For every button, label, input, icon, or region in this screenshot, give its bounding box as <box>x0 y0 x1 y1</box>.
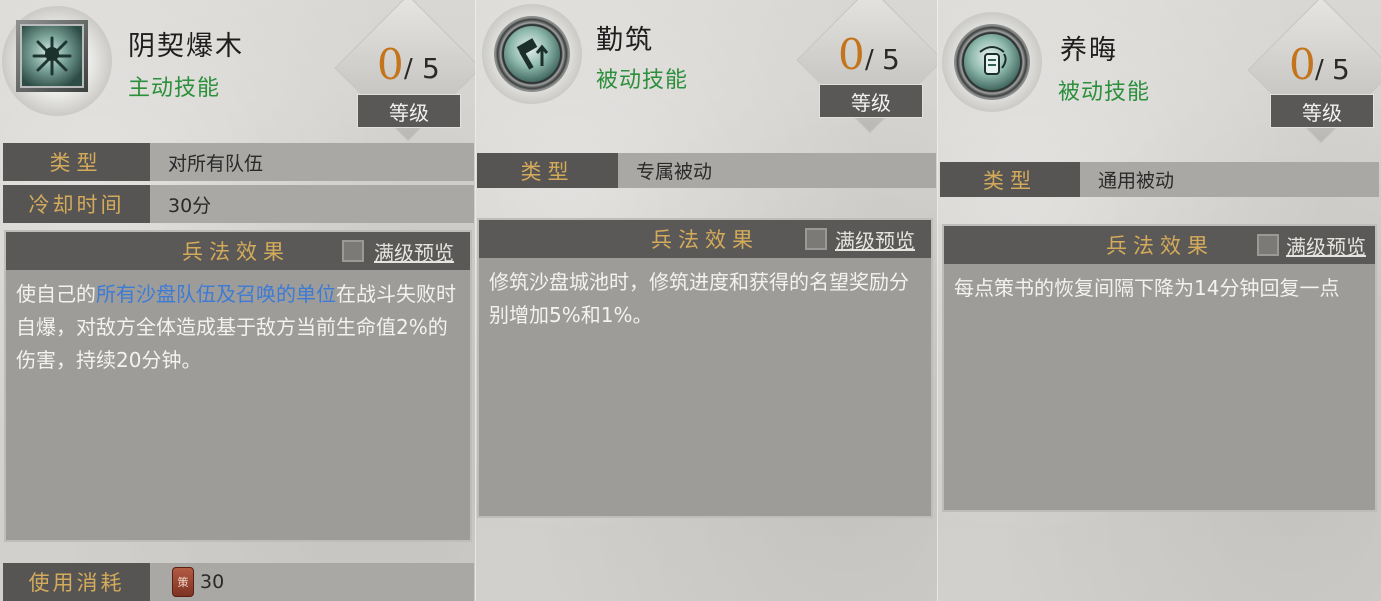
skill-kind: 主动技能 <box>128 76 221 101</box>
skill-panel-2: 勤筑 被动技能 0 / 5 等级 类型 专属被动 兵法效果 满级预览 修筑沙盘城… <box>476 0 938 601</box>
effect-box: 兵法效果 满级预览 每点策书的恢复间隔下降为14分钟回复一点 <box>942 224 1377 512</box>
type-label: 类型 <box>477 153 618 188</box>
max-level: 5 <box>882 43 900 76</box>
type-label: 类型 <box>940 162 1080 197</box>
effect-text-part: 使自己的 <box>16 282 96 306</box>
exploding-figure-icon-border <box>16 20 88 92</box>
effect-title: 兵法效果 <box>182 240 290 264</box>
skill-name: 勤筑 <box>596 25 654 56</box>
level-button[interactable]: 等级 <box>357 94 461 128</box>
effect-description: 使自己的所有沙盘队伍及召唤的单位在战斗失败时自爆，对敌方全体造成基于敌方当前生命… <box>16 278 462 377</box>
hammer-up-arrow-icon-border <box>494 16 570 92</box>
cost-label: 使用消耗 <box>3 563 150 601</box>
max-level-preview-label[interactable]: 满级预览 <box>374 232 454 270</box>
level-button[interactable]: 等级 <box>819 84 923 118</box>
cooldown-value: 30分 <box>150 185 474 223</box>
max-level: 5 <box>1332 53 1350 86</box>
effect-title: 兵法效果 <box>651 228 759 252</box>
skill-icon-frame[interactable] <box>2 6 112 116</box>
skill-icon-frame[interactable] <box>482 4 582 104</box>
skill-kind: 被动技能 <box>1058 80 1151 105</box>
max-level-preview-checkbox[interactable] <box>805 228 827 250</box>
max-level-preview-label[interactable]: 满级预览 <box>1286 226 1366 264</box>
hammer-up-arrow-icon <box>504 26 560 82</box>
type-value: 通用被动 <box>1080 162 1379 197</box>
current-level: 0 <box>838 30 865 79</box>
level-slash: / <box>404 54 413 84</box>
max-level-preview-checkbox[interactable] <box>342 240 364 262</box>
effect-box: 兵法效果 满级预览 使自己的所有沙盘队伍及召唤的单位在战斗失败时自爆，对敌方全体… <box>4 230 472 542</box>
max-level-preview-checkbox[interactable] <box>1257 234 1279 256</box>
type-value: 对所有队伍 <box>150 143 474 181</box>
max-level-preview-label[interactable]: 满级预览 <box>835 220 915 258</box>
effect-box: 兵法效果 满级预览 修筑沙盘城池时，修筑进度和获得的名望奖励分别增加5%和1%。 <box>477 218 933 518</box>
skill-icon-frame[interactable] <box>942 12 1042 112</box>
effect-title: 兵法效果 <box>1106 234 1214 258</box>
strategy-book-icon-border <box>954 24 1030 100</box>
level-button[interactable]: 等级 <box>1270 94 1374 128</box>
current-level: 0 <box>1289 40 1316 89</box>
strategy-book-cost-icon: 策 <box>172 567 194 597</box>
cost-value: 30 <box>150 563 474 601</box>
skill-kind: 被动技能 <box>596 68 689 93</box>
cooldown-label: 冷却时间 <box>3 185 150 223</box>
type-label: 类型 <box>3 143 150 181</box>
type-value: 专属被动 <box>618 153 936 188</box>
effect-description: 每点策书的恢复间隔下降为14分钟回复一点 <box>954 276 1340 300</box>
effect-description: 修筑沙盘城池时，修筑进度和获得的名望奖励分别增加5%和1%。 <box>489 270 909 327</box>
exploding-figure-icon <box>20 24 84 88</box>
strategy-book-icon <box>964 34 1020 90</box>
max-level: 5 <box>422 52 440 85</box>
skill-panel-1: 阴契爆木 主动技能 0 / 5 等级 类型 对所有队伍 冷却时间 30分 兵法效… <box>0 0 476 601</box>
skill-name: 阴契爆木 <box>128 31 244 62</box>
level-slash: / <box>865 45 874 75</box>
effect-text-highlight: 所有沙盘队伍及召唤的单位 <box>96 282 336 306</box>
current-level: 0 <box>377 40 404 89</box>
skill-panel-3: 养晦 被动技能 0 / 5 等级 类型 通用被动 兵法效果 满级预览 每点策书的… <box>938 0 1381 601</box>
skill-name: 养晦 <box>1060 35 1118 66</box>
level-slash: / <box>1315 55 1324 85</box>
